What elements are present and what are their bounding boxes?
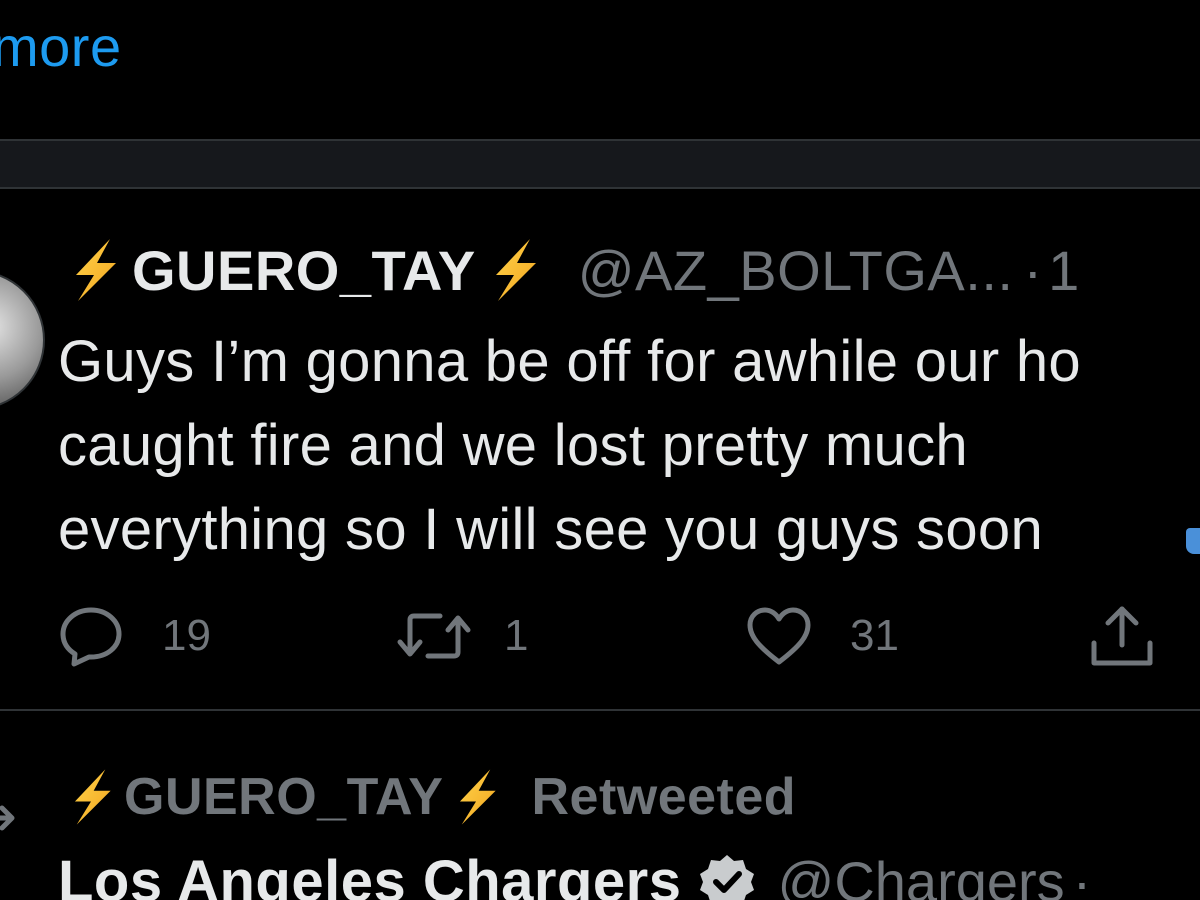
retweet-button[interactable]: 1 (396, 600, 528, 672)
next-tweet-display-name[interactable]: Los Angeles Chargers (58, 848, 681, 900)
tweet-text-line: everything so I will see you guys soon (58, 497, 1044, 562)
like-icon (747, 607, 811, 665)
tweet-timestamp[interactable]: 1 (1048, 238, 1079, 303)
tweet-actions: 19 1 31 (58, 600, 1200, 672)
tweet-header: GUERO_TAY @AZ_BOLTGA... · 1 (66, 232, 1079, 308)
avatar[interactable] (0, 270, 45, 410)
lightning-bolt-icon (460, 769, 497, 825)
share-icon (1091, 606, 1153, 666)
lightning-bolt-icon (76, 239, 116, 301)
lightning-bolt-icon (74, 769, 111, 825)
retweet-count: 1 (504, 611, 529, 660)
reply-count: 19 (162, 611, 211, 660)
like-count: 31 (850, 611, 899, 660)
lightning-bolt-icon (495, 239, 536, 301)
share-button[interactable] (1088, 600, 1156, 672)
tweet-text-line: Guys I’m gonna be off for awhile our ho (58, 329, 1081, 394)
header-separator: · (1072, 850, 1092, 900)
tweet-divider (0, 709, 1200, 711)
retweet-icon (0, 805, 15, 831)
retweet-icon (397, 613, 471, 659)
retweeted-label: Retweeted (531, 768, 797, 826)
tweet-text[interactable]: Guys I’m gonna be off for awhile our ho … (58, 320, 1200, 572)
tweet-text-line: caught fire and we lost pretty much (58, 413, 968, 478)
retweeted-banner[interactable]: GUERO_TAY Retweeted (0, 762, 796, 832)
like-button[interactable]: 31 (746, 600, 899, 672)
reply-icon (60, 607, 122, 667)
reply-button[interactable]: 19 (58, 600, 211, 672)
emoji-icon (1186, 528, 1200, 554)
retweeter-name[interactable]: GUERO_TAY (124, 767, 443, 827)
show-more-link[interactable]: more (0, 14, 122, 79)
timeline-screen: more GUERO_TAY @AZ_BOLTGA... · 1 Guys I’… (0, 0, 1200, 900)
tweet-handle[interactable]: @AZ_BOLTGA... (578, 238, 1014, 303)
section-separator (0, 139, 1200, 189)
next-tweet-header: Los Angeles Chargers @Chargers · (58, 848, 1091, 900)
verified-icon (700, 854, 755, 900)
next-tweet-handle[interactable]: @Chargers (777, 849, 1064, 900)
header-separator: · (1023, 238, 1043, 302)
tweet-display-name[interactable]: GUERO_TAY (132, 238, 476, 303)
